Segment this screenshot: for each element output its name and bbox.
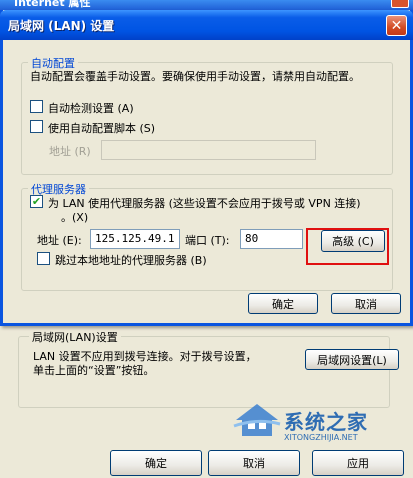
cancel-button[interactable]: 取消: [331, 293, 401, 314]
bypass-local-label[interactable]: 跳过本地地址的代理服务器 (B): [55, 252, 207, 268]
lan-description: LAN 设置不应用到拨号连接。对于拨号设置，单击上面的“设置”按钮。: [33, 350, 257, 377]
checkmark-icon: ✔: [31, 195, 42, 208]
proxy-address-input[interactable]: 125.125.49.1: [90, 229, 180, 249]
close-icon[interactable]: [391, 0, 409, 8]
house-logo-icon: [233, 404, 281, 436]
watermark-text: 系统之家: [284, 410, 368, 434]
internet-options-title: Internet 属性: [14, 0, 91, 9]
use-proxy-label[interactable]: 为 LAN 使用代理服务器 (这些设置不会应用于拨号或 VPN 连接): [48, 195, 361, 211]
script-address-input[interactable]: [101, 140, 316, 160]
proxy-port-label: 端口 (T):: [185, 234, 230, 247]
dialog-title: 局域网 (LAN) 设置: [8, 19, 115, 33]
bypass-local-checkbox[interactable]: [37, 252, 50, 265]
highlight-box: [306, 228, 389, 265]
lan-settings-group: 局域网(LAN)设置 LAN 设置不应用到拨号连接。对于拨号设置，单击上面的“设…: [18, 329, 399, 408]
internet-options-titlebar: Internet 属性: [0, 0, 413, 10]
ok-button[interactable]: 确定: [248, 293, 318, 314]
options-apply-button[interactable]: 应用: [312, 450, 404, 476]
options-ok-button[interactable]: 确定: [110, 450, 202, 476]
dialog-titlebar[interactable]: 局域网 (LAN) 设置 ✕: [0, 10, 413, 40]
watermark-logo: 系统之家 XITONGZHIJIA.NET: [232, 400, 402, 448]
dialog-close-button[interactable]: ✕: [386, 15, 407, 36]
script-address-label: 地址 (R): [49, 145, 91, 158]
close-icon: ✕: [390, 17, 403, 34]
auto-detect-label[interactable]: 自动检测设置 (A): [48, 100, 134, 116]
lan-group-title: 局域网(LAN)设置: [29, 329, 121, 345]
use-proxy-label-cont[interactable]: 。(X): [61, 209, 88, 225]
proxy-port-input[interactable]: 80: [240, 229, 303, 249]
proxy-address-label: 地址 (E):: [37, 234, 82, 247]
options-cancel-button[interactable]: 取消: [208, 450, 300, 476]
watermark-url: XITONGZHIJIA.NET: [284, 433, 358, 442]
use-proxy-checkbox[interactable]: ✔: [30, 195, 43, 208]
lan-settings-button[interactable]: 局域网设置(L): [305, 349, 399, 370]
lan-settings-dialog: 局域网 (LAN) 设置 ✕ 自动配置 自动配置会覆盖手动设置。要确保使用手动设…: [0, 10, 413, 326]
auto-detect-checkbox[interactable]: [30, 100, 43, 113]
auto-config-description: 自动配置会覆盖手动设置。要确保使用手动设置，请禁用自动配置。: [30, 70, 360, 83]
use-script-checkbox[interactable]: [30, 120, 43, 133]
use-script-label[interactable]: 使用自动配置脚本 (S): [48, 120, 155, 136]
